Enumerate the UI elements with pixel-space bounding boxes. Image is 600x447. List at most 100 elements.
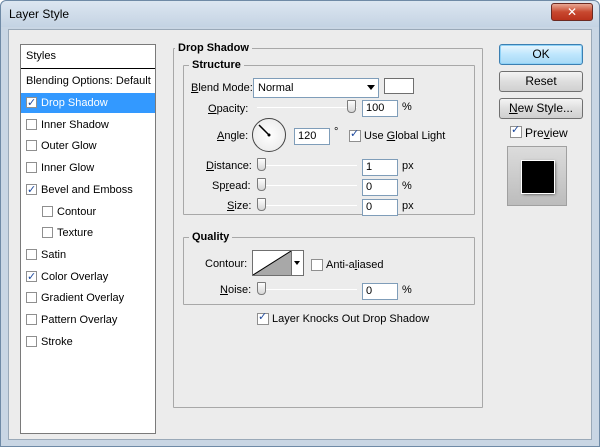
style-item-label: Gradient Overlay <box>41 292 125 305</box>
style-item-outer-glow[interactable]: Outer Glow <box>21 136 155 156</box>
window-title: Layer Style <box>9 7 70 21</box>
style-item-gradient-overlay[interactable]: Gradient Overlay <box>21 288 155 308</box>
style-item-label: Bevel and Emboss <box>41 183 133 196</box>
size-slider-thumb[interactable] <box>257 198 266 211</box>
ok-button[interactable]: OK <box>499 44 583 65</box>
noise-slider-track <box>257 289 357 290</box>
spread-label: Spread: <box>212 180 251 192</box>
style-item-inner-glow[interactable]: Inner Glow <box>21 158 155 178</box>
style-item-checkbox[interactable] <box>26 292 37 304</box>
anti-aliased-label[interactable]: Anti-aliased <box>326 259 384 271</box>
style-item-checkbox[interactable] <box>26 180 37 200</box>
spread-slider-thumb[interactable] <box>257 178 266 191</box>
style-item-checkbox[interactable] <box>26 118 37 130</box>
noise-slider-thumb[interactable] <box>257 282 266 295</box>
noise-input[interactable]: 0 <box>362 283 398 300</box>
style-item-stroke[interactable]: Stroke <box>21 332 155 352</box>
drop-shadow-title: Drop Shadow <box>175 42 252 54</box>
spread-slider-track <box>257 185 357 186</box>
style-item-checkbox[interactable] <box>26 93 37 113</box>
layer-knocks-out-label[interactable]: Layer Knocks Out Drop Shadow <box>272 313 429 325</box>
style-item-texture[interactable]: Texture <box>21 223 155 243</box>
dialog-body: Styles Blending Options: Default Drop Sh… <box>8 29 592 440</box>
angle-needle-icon <box>258 124 271 137</box>
contour-picker[interactable] <box>252 250 292 276</box>
close-button[interactable]: ✕ <box>551 3 593 21</box>
style-item-label: Inner Shadow <box>41 118 109 131</box>
spread-input[interactable]: 0 <box>362 179 398 196</box>
blend-mode-select[interactable]: Normal <box>253 78 379 98</box>
style-item-label: Texture <box>57 227 94 240</box>
style-item-label: Contour <box>57 205 97 218</box>
styles-list: Styles Blending Options: Default Drop Sh… <box>20 44 156 434</box>
layer-knocks-out-checkbox[interactable] <box>257 310 269 325</box>
preview-thumbnail <box>507 146 567 206</box>
opacity-label: Opacity: <box>208 103 249 115</box>
style-item-label: Stroke <box>41 335 73 348</box>
angle-dial[interactable] <box>252 118 286 152</box>
noise-unit: % <box>402 284 412 296</box>
style-item-pattern-overlay[interactable]: Pattern Overlay <box>21 310 155 330</box>
style-item-bevel-and-emboss[interactable]: Bevel and Emboss <box>21 180 155 200</box>
opacity-unit: % <box>402 101 412 113</box>
style-item-inner-shadow[interactable]: Inner Shadow <box>21 115 155 135</box>
structure-title: Structure <box>189 59 244 71</box>
style-item-satin[interactable]: Satin <box>21 245 155 265</box>
styles-header[interactable]: Styles <box>21 45 155 69</box>
style-item-checkbox[interactable] <box>42 227 53 239</box>
style-item-checkbox[interactable] <box>26 314 37 325</box>
linear-contour-icon <box>252 250 292 276</box>
distance-slider-track <box>257 165 357 166</box>
blend-mode-value: Normal <box>258 82 294 94</box>
style-item-checkbox[interactable] <box>26 335 37 347</box>
style-item-label: Inner Glow <box>41 162 95 175</box>
style-item-checkbox[interactable] <box>26 162 37 174</box>
style-item-checkbox[interactable] <box>26 267 37 287</box>
angle-unit: ° <box>334 126 339 138</box>
style-item-color-overlay[interactable]: Color Overlay <box>21 267 155 287</box>
style-item-checkbox[interactable] <box>26 248 37 260</box>
use-global-light-label[interactable]: Use Global Light <box>364 130 445 142</box>
blend-mode-label: Blend Mode: <box>191 82 253 94</box>
spread-unit: % <box>402 180 412 192</box>
blending-options-label: Blending Options: Default <box>26 75 151 87</box>
shadow-color-swatch[interactable] <box>384 78 414 94</box>
style-item-contour[interactable]: Contour <box>21 202 155 222</box>
angle-label: Angle: <box>217 130 249 142</box>
style-item-label: Color Overlay <box>41 270 109 283</box>
style-item-label: Outer Glow <box>41 140 97 153</box>
blending-options-item[interactable]: Blending Options: Default <box>21 71 155 91</box>
use-global-light-checkbox[interactable] <box>349 127 361 142</box>
angle-input[interactable]: 120 <box>294 128 330 145</box>
size-input[interactable]: 0 <box>362 199 398 216</box>
style-item-checkbox[interactable] <box>42 205 53 217</box>
distance-slider-thumb[interactable] <box>257 158 266 171</box>
distance-input[interactable]: 1 <box>362 159 398 176</box>
noise-label: Noise: <box>220 284 252 296</box>
preview-checkbox[interactable] <box>510 123 522 138</box>
title-bar: Layer Style ✕ <box>1 1 599 27</box>
size-unit: px <box>402 200 414 212</box>
style-item-drop-shadow[interactable]: Drop Shadow <box>21 93 155 113</box>
opacity-slider-thumb[interactable] <box>347 100 356 113</box>
new-style-button[interactable]: New Style... <box>499 98 583 119</box>
style-item-label: Drop Shadow <box>41 97 108 109</box>
reset-button[interactable]: Reset <box>499 71 583 92</box>
contour-dropdown-button[interactable] <box>292 250 304 276</box>
distance-label: Distance: <box>206 160 252 172</box>
preview-swatch <box>522 161 554 193</box>
anti-aliased-checkbox[interactable] <box>311 259 323 271</box>
opacity-input[interactable]: 100 <box>362 100 398 117</box>
style-item-checkbox[interactable] <box>26 140 37 152</box>
style-item-label: Satin <box>41 248 67 261</box>
distance-unit: px <box>402 160 414 172</box>
quality-title: Quality <box>189 231 233 243</box>
chevron-down-icon <box>367 85 375 90</box>
size-label: Size: <box>227 200 252 212</box>
preview-label[interactable]: Preview <box>525 126 568 140</box>
contour-label: Contour: <box>205 258 248 270</box>
opacity-slider-track <box>257 107 357 108</box>
style-item-label: Pattern Overlay <box>41 314 118 326</box>
size-slider-track <box>257 205 357 206</box>
layer-style-window: Layer Style ✕ Styles Blending Options: D… <box>0 0 600 447</box>
